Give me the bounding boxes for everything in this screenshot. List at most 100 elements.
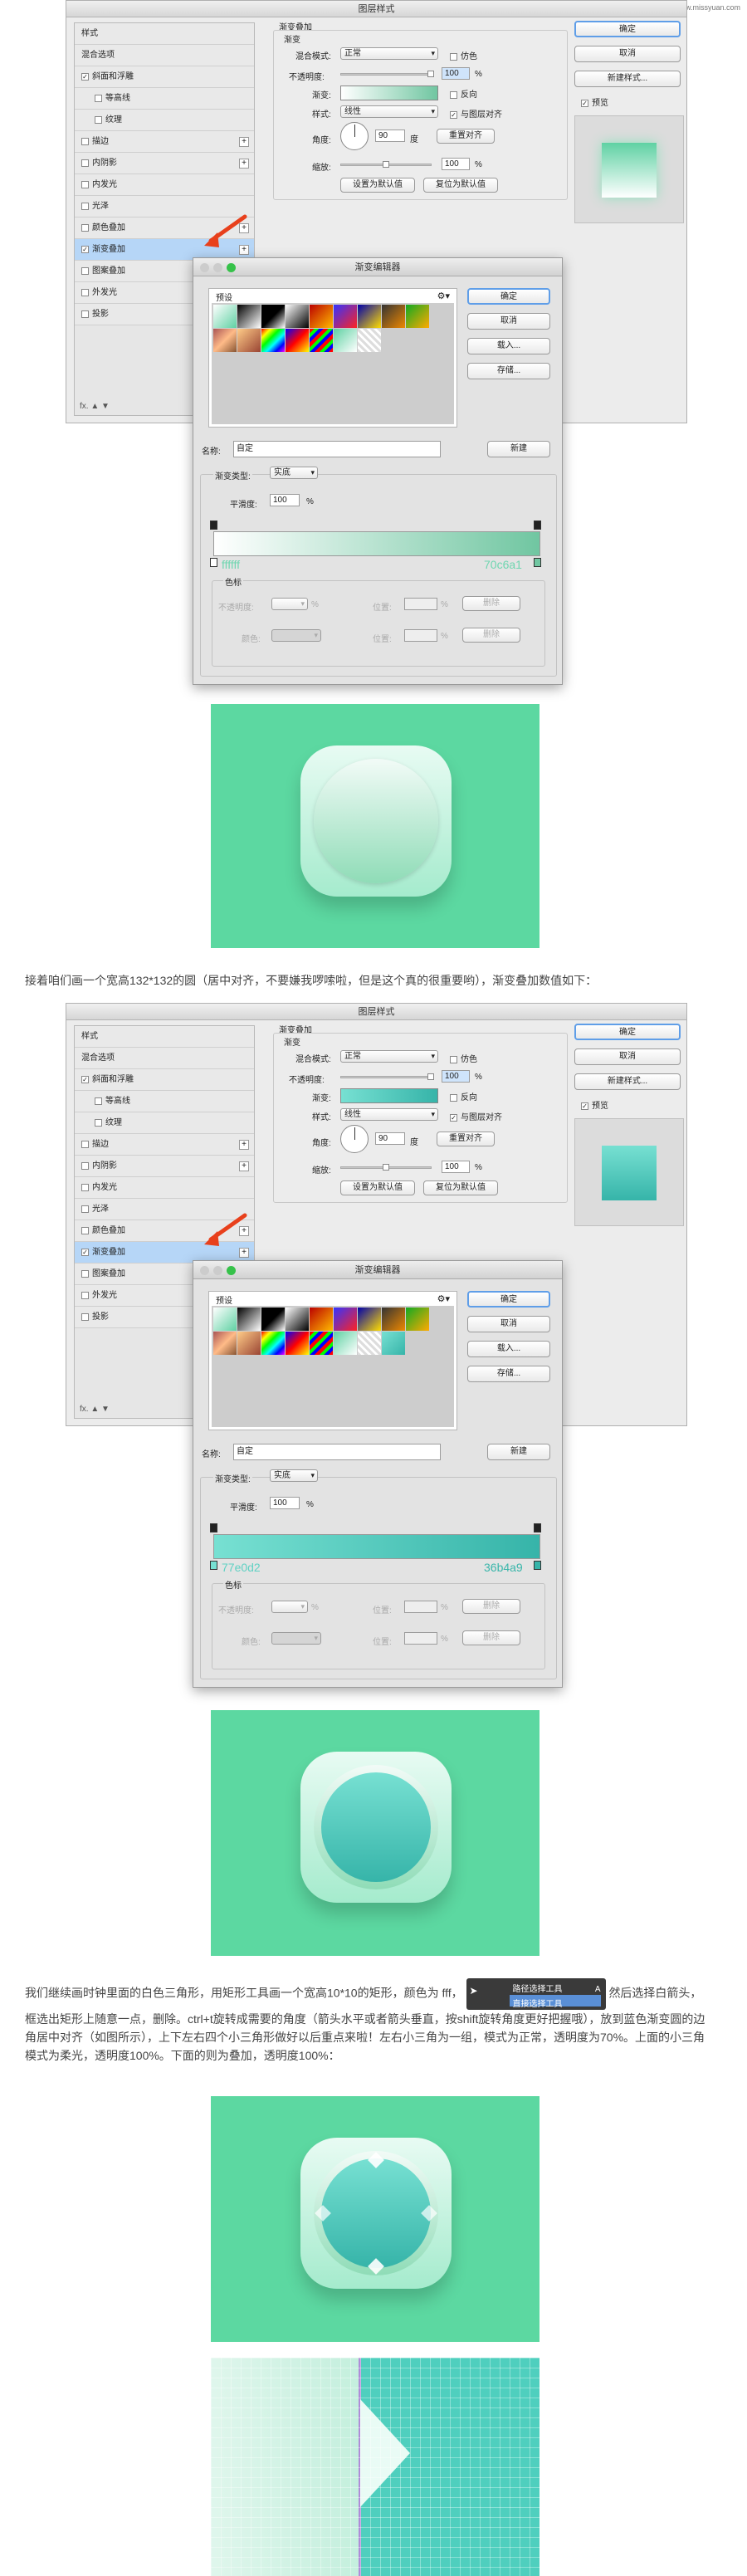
scale-field[interactable]: 100 xyxy=(442,1161,470,1173)
opacity-stop-left[interactable] xyxy=(210,1523,217,1532)
blend-mode-select[interactable]: 正常 xyxy=(340,47,438,60)
editor-cancel-button[interactable]: 取消 xyxy=(467,1316,550,1332)
ok-button[interactable]: 确定 xyxy=(574,1024,681,1040)
color-stop-left[interactable] xyxy=(210,1561,217,1570)
angle-field[interactable]: 90 xyxy=(375,130,405,142)
name-input[interactable]: 自定 xyxy=(233,1444,441,1460)
list-item-styles[interactable]: 样式 xyxy=(75,23,254,45)
cancel-button[interactable]: 取消 xyxy=(574,46,681,62)
checkbox-icon[interactable] xyxy=(81,223,89,232)
direct-select-tool[interactable]: 直接选择工具 xyxy=(513,1996,563,2014)
list-item-bevel[interactable]: ✓ 斜面和浮雕 xyxy=(75,66,254,88)
color-stop-left[interactable] xyxy=(210,558,217,567)
gear-icon[interactable]: ⚙▾ xyxy=(437,291,450,301)
reverse-checkbox[interactable]: 反向 xyxy=(450,87,477,100)
checkbox-icon[interactable] xyxy=(81,137,89,145)
up-arrow-icon[interactable]: ▲ xyxy=(90,402,99,411)
cancel-button[interactable]: 取消 xyxy=(574,1048,681,1065)
reverse-checkbox[interactable]: 反向 xyxy=(450,1090,477,1102)
reset-default-button[interactable]: 复位为默认值 xyxy=(423,1180,498,1195)
color-stop-right[interactable] xyxy=(534,558,541,567)
angle-dial[interactable] xyxy=(340,1125,369,1153)
editor-ok-button[interactable]: 确定 xyxy=(467,288,550,305)
opacity-field[interactable]: 100 xyxy=(442,1070,470,1083)
plus-icon[interactable]: + xyxy=(239,159,249,169)
opacity-slider[interactable] xyxy=(340,1073,434,1080)
type-select[interactable]: 实底 xyxy=(270,467,318,479)
reset-align-button[interactable]: 重置对齐 xyxy=(437,129,495,144)
checkbox-icon[interactable] xyxy=(95,94,102,102)
make-default-button[interactable]: 设置为默认值 xyxy=(340,1180,415,1195)
checkbox-icon[interactable] xyxy=(95,115,102,124)
checkbox-icon[interactable]: ✓ xyxy=(81,245,89,253)
color-stop-right[interactable] xyxy=(534,1561,541,1570)
checkbox-icon[interactable] xyxy=(81,310,89,318)
opacity-stop-right[interactable] xyxy=(534,1523,541,1532)
checkbox-icon[interactable]: ✓ xyxy=(81,72,89,81)
new-button[interactable]: 新建 xyxy=(487,441,550,457)
gradient-bar[interactable] xyxy=(213,1534,540,1559)
scale-slider[interactable] xyxy=(340,161,432,168)
gradient-swatch[interactable] xyxy=(340,1088,438,1103)
checkbox-icon[interactable] xyxy=(81,180,89,188)
new-button[interactable]: 新建 xyxy=(487,1444,550,1460)
name-input[interactable]: 自定 xyxy=(233,441,441,457)
load-button[interactable]: 载入... xyxy=(467,338,550,354)
list-item-inner-shadow[interactable]: 内阴影 + xyxy=(75,153,254,174)
checkbox-icon[interactable] xyxy=(81,159,89,167)
gradient-swatch[interactable] xyxy=(340,86,438,100)
checkbox-icon[interactable] xyxy=(81,202,89,210)
dither-checkbox[interactable]: 仿色 xyxy=(450,1052,477,1064)
list-item-contour[interactable]: 等高线 xyxy=(75,88,254,110)
list-item-blend[interactable]: 混合选项 xyxy=(75,45,254,66)
scale-field[interactable]: 100 xyxy=(442,158,470,170)
align-checkbox[interactable]: ✓ 与图层对齐 xyxy=(450,107,502,120)
down-arrow-icon[interactable]: ▼ xyxy=(101,402,110,411)
opacity-stop-right[interactable] xyxy=(534,521,541,530)
plus-icon[interactable]: + xyxy=(239,137,249,147)
list-item-stroke[interactable]: 描边 + xyxy=(75,131,254,153)
style-select[interactable]: 线性 xyxy=(340,105,438,118)
make-default-button[interactable]: 设置为默认值 xyxy=(340,178,415,193)
ok-button[interactable]: 确定 xyxy=(574,21,681,37)
up-arrow-icon[interactable]: ▲ xyxy=(90,1405,99,1414)
checkbox-icon[interactable] xyxy=(81,288,89,296)
blend-mode-select[interactable]: 正常 xyxy=(340,1050,438,1063)
opacity-slider[interactable] xyxy=(340,71,434,77)
list-item-blend[interactable]: 混合选项 xyxy=(75,1048,254,1069)
load-button[interactable]: 载入... xyxy=(467,1341,550,1357)
preview-checkbox[interactable]: ✓ 预览 xyxy=(581,95,608,108)
new-style-button[interactable]: 新建样式... xyxy=(574,71,681,87)
angle-field[interactable]: 90 xyxy=(375,1132,405,1145)
list-item-inner-glow[interactable]: 内发光 xyxy=(75,1177,254,1199)
fx-icon[interactable]: fx. xyxy=(80,402,89,411)
preview-checkbox[interactable]: ✓ 预览 xyxy=(581,1098,608,1111)
editor-ok-button[interactable]: 确定 xyxy=(467,1291,550,1308)
list-item-texture[interactable]: 纹理 xyxy=(75,1112,254,1134)
angle-dial[interactable] xyxy=(340,122,369,150)
gradient-bar[interactable] xyxy=(213,531,540,556)
list-item-stroke[interactable]: 描边 + xyxy=(75,1134,254,1156)
smooth-field[interactable]: 100 xyxy=(270,1497,300,1509)
list-item-bevel[interactable]: ✓ 斜面和浮雕 xyxy=(75,1069,254,1091)
smooth-field[interactable]: 100 xyxy=(270,494,300,506)
scale-slider[interactable] xyxy=(340,1164,432,1171)
checkbox-icon[interactable] xyxy=(81,266,89,275)
list-item-texture[interactable]: 纹理 xyxy=(75,110,254,131)
editor-cancel-button[interactable]: 取消 xyxy=(467,313,550,330)
opacity-stop-left[interactable] xyxy=(210,521,217,530)
style-select[interactable]: 线性 xyxy=(340,1108,438,1121)
new-style-button[interactable]: 新建样式... xyxy=(574,1073,681,1090)
list-item-inner-glow[interactable]: 内发光 xyxy=(75,174,254,196)
reset-align-button[interactable]: 重置对齐 xyxy=(437,1132,495,1146)
list-item-styles[interactable]: 样式 xyxy=(75,1026,254,1048)
list-item-contour[interactable]: 等高线 xyxy=(75,1091,254,1112)
reset-default-button[interactable]: 复位为默认值 xyxy=(423,178,498,193)
fx-icon[interactable]: fx. xyxy=(80,1405,89,1414)
dither-checkbox[interactable]: 仿色 xyxy=(450,49,477,61)
gear-icon[interactable]: ⚙▾ xyxy=(437,1293,450,1304)
opacity-field[interactable]: 100 xyxy=(442,67,470,80)
down-arrow-icon[interactable]: ▼ xyxy=(101,1405,110,1414)
save-button[interactable]: 存储... xyxy=(467,363,550,379)
align-checkbox[interactable]: ✓ 与图层对齐 xyxy=(450,1110,502,1122)
